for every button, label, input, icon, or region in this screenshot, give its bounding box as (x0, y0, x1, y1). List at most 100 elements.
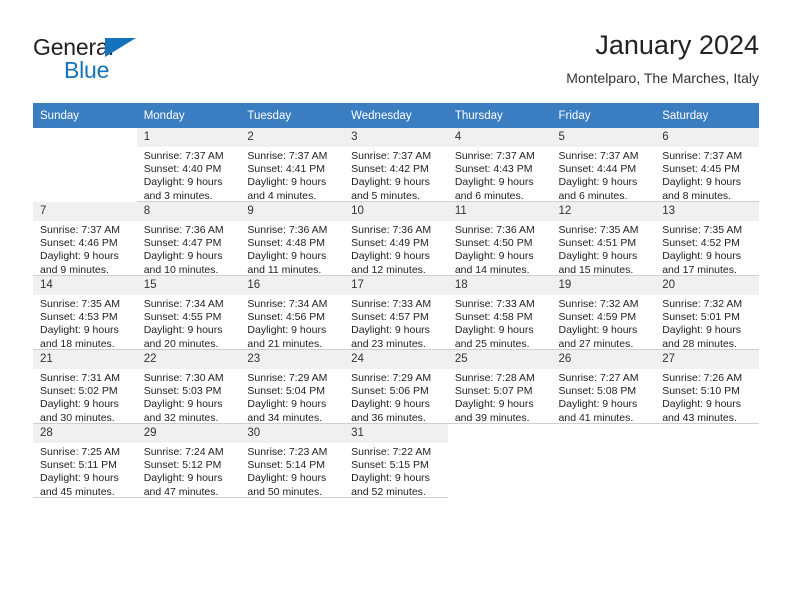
day-info: Sunrise: 7:31 AM Sunset: 5:02 PM Daylight:… (33, 369, 137, 425)
day-info: Sunrise: 7:35 AM Sunset: 4:51 PM Daylight:… (552, 221, 656, 277)
sunrise-text: Sunrise: 7:34 AM (247, 298, 328, 310)
sunrise-text: Sunrise: 7:37 AM (143, 150, 224, 162)
weekday-header-thursday: Thursday (447, 103, 552, 128)
calendar-day-cell[interactable]: 26 Sunrise: 7:27 AM Sunset: 5:08 PM Dayligh… (551, 350, 656, 424)
page-subtitle: Montelparo, The Marches, Italy (566, 70, 759, 86)
calendar-cell-inner: 19 Sunrise: 7:32 AM Sunset: 4:59 PM Dayligh… (551, 276, 656, 350)
calendar-day-cell[interactable]: 9 Sunrise: 7:36 AM Sunset: 4:48 PM Daylight… (240, 202, 345, 276)
sunrise-text: Sunrise: 7:35 AM (558, 224, 639, 236)
day-info: Sunrise: 7:37 AM Sunset: 4:44 PM Daylight:… (552, 147, 656, 203)
sunrise-text: Sunrise: 7:35 AM (40, 298, 120, 310)
day-number: 13 (655, 202, 759, 221)
calendar-day-cell[interactable]: 6 Sunrise: 7:37 AM Sunset: 4:45 PM Daylight… (655, 128, 759, 202)
calendar-day-cell[interactable]: 4 Sunrise: 7:37 AM Sunset: 4:43 PM Daylight… (447, 128, 552, 202)
calendar-cell-inner: 4 Sunrise: 7:37 AM Sunset: 4:43 PM Daylight… (447, 128, 552, 202)
day-number: 14 (33, 276, 137, 295)
calendar-cell-inner: 27 Sunrise: 7:26 AM Sunset: 5:10 PM Dayligh… (655, 350, 759, 424)
calendar-cell-inner: 15 Sunrise: 7:34 AM Sunset: 4:55 PM Dayligh… (136, 276, 241, 351)
sunrise-text: Sunrise: 7:36 AM (351, 224, 432, 236)
calendar-week-row: 1 Sunrise: 7:37 AM Sunset: 4:40 PM Daylight… (33, 128, 759, 202)
sunset-text: Sunset: 4:55 PM (143, 311, 222, 324)
day-number: 4 (447, 128, 552, 147)
daylight-text: Daylight: 9 hours and 23 minutes. (351, 324, 430, 350)
calendar-day-cell[interactable]: 8 Sunrise: 7:36 AM Sunset: 4:47 PM Daylight… (136, 202, 241, 276)
calendar-cell-inner: 11 Sunrise: 7:36 AM Sunset: 4:50 PM Dayligh… (447, 202, 552, 276)
calendar-day-cell[interactable]: 3 Sunrise: 7:37 AM Sunset: 4:42 PM Daylight… (344, 128, 448, 202)
sunrise-text: Sunrise: 7:25 AM (40, 446, 120, 458)
sunrise-text: Sunrise: 7:24 AM (143, 446, 224, 458)
day-info: Sunrise: 7:34 AM Sunset: 4:55 PM Daylight:… (137, 295, 241, 351)
day-number: 10 (344, 202, 448, 221)
sunrise-text: Sunrise: 7:26 AM (662, 372, 743, 384)
daylight-text: Daylight: 9 hours and 32 minutes. (143, 398, 223, 424)
calendar-day-cell[interactable]: 18 Sunrise: 7:33 AM Sunset: 4:58 PM Dayligh… (447, 276, 552, 350)
calendar-cell-inner: 8 Sunrise: 7:36 AM Sunset: 4:47 PM Daylight… (136, 202, 241, 276)
calendar-cell-inner: 3 Sunrise: 7:37 AM Sunset: 4:42 PM Daylight… (344, 128, 448, 202)
day-info: Sunrise: 7:35 AM Sunset: 4:53 PM Daylight:… (33, 295, 137, 351)
calendar-cell-inner (448, 424, 552, 498)
daylight-text: Daylight: 9 hours and 4 minutes. (247, 176, 327, 202)
day-number: 5 (551, 128, 656, 147)
day-info: Sunrise: 7:35 AM Sunset: 4:52 PM Daylight:… (655, 221, 759, 277)
day-number: 25 (447, 350, 552, 369)
sunset-text: Sunset: 4:59 PM (558, 311, 637, 324)
day-info: Sunrise: 7:34 AM Sunset: 4:56 PM Daylight:… (240, 295, 344, 351)
calendar-day-cell[interactable]: 21 Sunrise: 7:31 AM Sunset: 5:02 PM Dayligh… (33, 350, 137, 424)
calendar-day-cell[interactable]: 16 Sunrise: 7:34 AM Sunset: 4:56 PM Dayligh… (240, 276, 345, 351)
sunrise-text: Sunrise: 7:37 AM (351, 150, 432, 162)
calendar-day-cell[interactable]: 15 Sunrise: 7:34 AM Sunset: 4:55 PM Dayligh… (136, 276, 241, 351)
calendar-cell-inner: 22 Sunrise: 7:30 AM Sunset: 5:03 PM Dayligh… (136, 350, 241, 424)
page-header: General Blue January 2024 Montelparo, Th… (33, 28, 759, 96)
sunset-text: Sunset: 4:45 PM (662, 163, 740, 176)
sunset-text: Sunset: 5:04 PM (247, 385, 326, 398)
calendar-day-cell[interactable]: 23 Sunrise: 7:29 AM Sunset: 5:04 PM Dayligh… (240, 350, 345, 424)
calendar-day-cell[interactable]: 20 Sunrise: 7:32 AM Sunset: 5:01 PM Dayligh… (655, 276, 759, 350)
calendar-day-cell[interactable]: 19 Sunrise: 7:32 AM Sunset: 4:59 PM Dayligh… (551, 276, 656, 350)
day-number: 12 (551, 202, 656, 221)
day-number (448, 424, 552, 443)
calendar-cell-inner: 20 Sunrise: 7:32 AM Sunset: 5:01 PM Dayligh… (655, 276, 759, 350)
calendar-day-cell[interactable]: 11 Sunrise: 7:36 AM Sunset: 4:50 PM Dayligh… (447, 202, 552, 276)
calendar-day-cell[interactable]: 28 Sunrise: 7:25 AM Sunset: 5:11 PM Dayligh… (33, 424, 137, 498)
calendar-week-row: 7 Sunrise: 7:37 AM Sunset: 4:46 PM Daylight… (33, 202, 759, 276)
calendar-day-cell[interactable]: 7 Sunrise: 7:37 AM Sunset: 4:46 PM Daylight… (33, 202, 137, 276)
calendar-cell-inner: 31 Sunrise: 7:22 AM Sunset: 5:15 PM Dayligh… (344, 424, 448, 498)
calendar-cell-inner (552, 424, 656, 498)
day-info: Sunrise: 7:24 AM Sunset: 5:12 PM Daylight:… (137, 443, 241, 499)
calendar-day-cell[interactable]: 2 Sunrise: 7:37 AM Sunset: 4:41 PM Daylight… (240, 128, 345, 202)
general-blue-logo[interactable]: General Blue (33, 34, 243, 90)
calendar-cell-inner: 6 Sunrise: 7:37 AM Sunset: 4:45 PM Daylight… (655, 128, 759, 202)
weekday-header-sunday: Sunday (33, 103, 137, 128)
calendar-cell-empty (448, 424, 552, 498)
day-number: 8 (136, 202, 241, 221)
calendar-day-cell[interactable]: 5 Sunrise: 7:37 AM Sunset: 4:44 PM Daylight… (551, 128, 656, 203)
calendar-day-cell[interactable]: 14 Sunrise: 7:35 AM Sunset: 4:53 PM Dayligh… (33, 276, 137, 350)
sunset-text: Sunset: 4:44 PM (558, 163, 637, 176)
calendar-day-cell[interactable]: 24 Sunrise: 7:29 AM Sunset: 5:06 PM Dayligh… (344, 350, 448, 424)
calendar-day-cell[interactable]: 13 Sunrise: 7:35 AM Sunset: 4:52 PM Dayligh… (655, 202, 759, 276)
day-info: Sunrise: 7:28 AM Sunset: 5:07 PM Daylight:… (448, 369, 552, 425)
sunset-text: Sunset: 5:03 PM (143, 385, 222, 398)
calendar-day-cell[interactable]: 27 Sunrise: 7:26 AM Sunset: 5:10 PM Dayligh… (655, 350, 759, 424)
day-number: 15 (136, 276, 241, 295)
calendar-day-cell[interactable]: 1 Sunrise: 7:37 AM Sunset: 4:40 PM Daylight… (136, 128, 241, 202)
calendar-cell-inner: 26 Sunrise: 7:27 AM Sunset: 5:08 PM Dayligh… (551, 350, 656, 424)
calendar-day-cell[interactable]: 25 Sunrise: 7:28 AM Sunset: 5:07 PM Dayligh… (447, 350, 552, 425)
weekday-header-monday: Monday (136, 103, 241, 128)
daylight-text: Daylight: 9 hours and 20 minutes. (143, 324, 223, 350)
logo-triangle-icon (105, 38, 136, 57)
calendar-week-row: 14 Sunrise: 7:35 AM Sunset: 4:53 PM Dayligh… (33, 276, 759, 350)
calendar-cell-inner: 1 Sunrise: 7:37 AM Sunset: 4:40 PM Daylight… (136, 128, 241, 202)
calendar-day-cell[interactable]: 29 Sunrise: 7:24 AM Sunset: 5:12 PM Dayligh… (136, 424, 241, 499)
calendar-day-cell[interactable]: 31 Sunrise: 7:22 AM Sunset: 5:15 PM Dayligh… (344, 424, 448, 498)
daylight-text: Daylight: 9 hours and 14 minutes. (454, 250, 534, 276)
calendar-day-cell[interactable]: 22 Sunrise: 7:30 AM Sunset: 5:03 PM Dayligh… (136, 350, 241, 424)
calendar-day-cell[interactable]: 30 Sunrise: 7:23 AM Sunset: 5:14 PM Dayligh… (240, 424, 345, 498)
day-info: Sunrise: 7:33 AM Sunset: 4:57 PM Daylight:… (344, 295, 448, 351)
calendar-cell-empty (552, 424, 656, 498)
calendar-day-cell[interactable]: 12 Sunrise: 7:35 AM Sunset: 4:51 PM Dayligh… (551, 202, 656, 277)
day-info: Sunrise: 7:22 AM Sunset: 5:15 PM Daylight:… (344, 443, 448, 499)
calendar-day-cell[interactable]: 17 Sunrise: 7:33 AM Sunset: 4:57 PM Dayligh… (344, 276, 448, 350)
calendar-day-cell[interactable]: 10 Sunrise: 7:36 AM Sunset: 4:49 PM Dayligh… (344, 202, 448, 276)
daylight-text: Daylight: 9 hours and 39 minutes. (454, 398, 534, 424)
